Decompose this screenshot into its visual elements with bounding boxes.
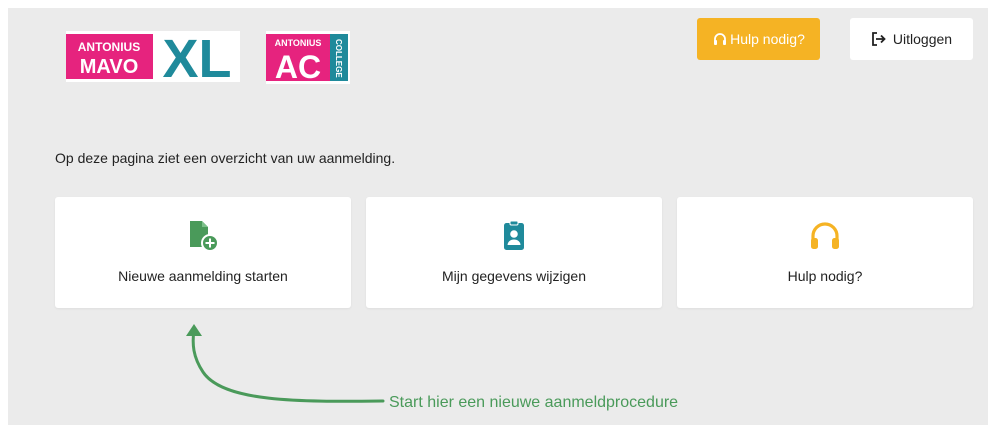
card-edit-details-label: Mijn gegevens wijzigen <box>442 268 586 284</box>
logo-college-line1: ANTONIUS <box>275 38 322 48</box>
card-help[interactable]: Hulp nodig? <box>677 197 973 308</box>
antonius-mavo-xl-logo: ANTONIUS MAVO XL <box>66 31 240 82</box>
card-new-registration-label: Nieuwe aanmelding starten <box>118 268 288 284</box>
logout-button-label: Uitloggen <box>892 31 953 47</box>
logo-mavo-line1: ANTONIUS <box>78 40 140 54</box>
page: ANTONIUS MAVO XL ANTONIUS AC COLLEGE Hul… <box>8 8 988 425</box>
curved-arrow-annotation <box>186 324 385 403</box>
card-edit-details[interactable]: Mijn gegevens wijzigen <box>366 197 662 308</box>
file-plus-icon <box>186 219 220 253</box>
logo-mavo-line2: MAVO <box>80 56 139 78</box>
id-badge-icon <box>497 219 531 253</box>
sign-out-icon <box>872 32 886 46</box>
start-hint-text: Start hier een nieuwe aanmeldprocedure <box>389 394 679 411</box>
help-button-label: Hulp nodig? <box>730 31 805 47</box>
card-new-registration[interactable]: Nieuwe aanmelding starten <box>55 197 351 308</box>
intro-text: Op deze pagina ziet een overzicht van uw… <box>55 150 396 166</box>
logout-button[interactable]: Uitloggen <box>850 18 973 60</box>
antonius-college-logo: ANTONIUS AC COLLEGE <box>266 31 350 84</box>
logo-college-side: COLLEGE <box>334 39 343 78</box>
card-help-label: Hulp nodig? <box>787 268 863 284</box>
headphones-icon <box>714 33 727 45</box>
help-button[interactable]: Hulp nodig? <box>697 18 820 60</box>
logo-ac: AC <box>275 49 321 84</box>
headphones-icon <box>808 219 842 253</box>
logo-xl: XL <box>162 31 231 82</box>
